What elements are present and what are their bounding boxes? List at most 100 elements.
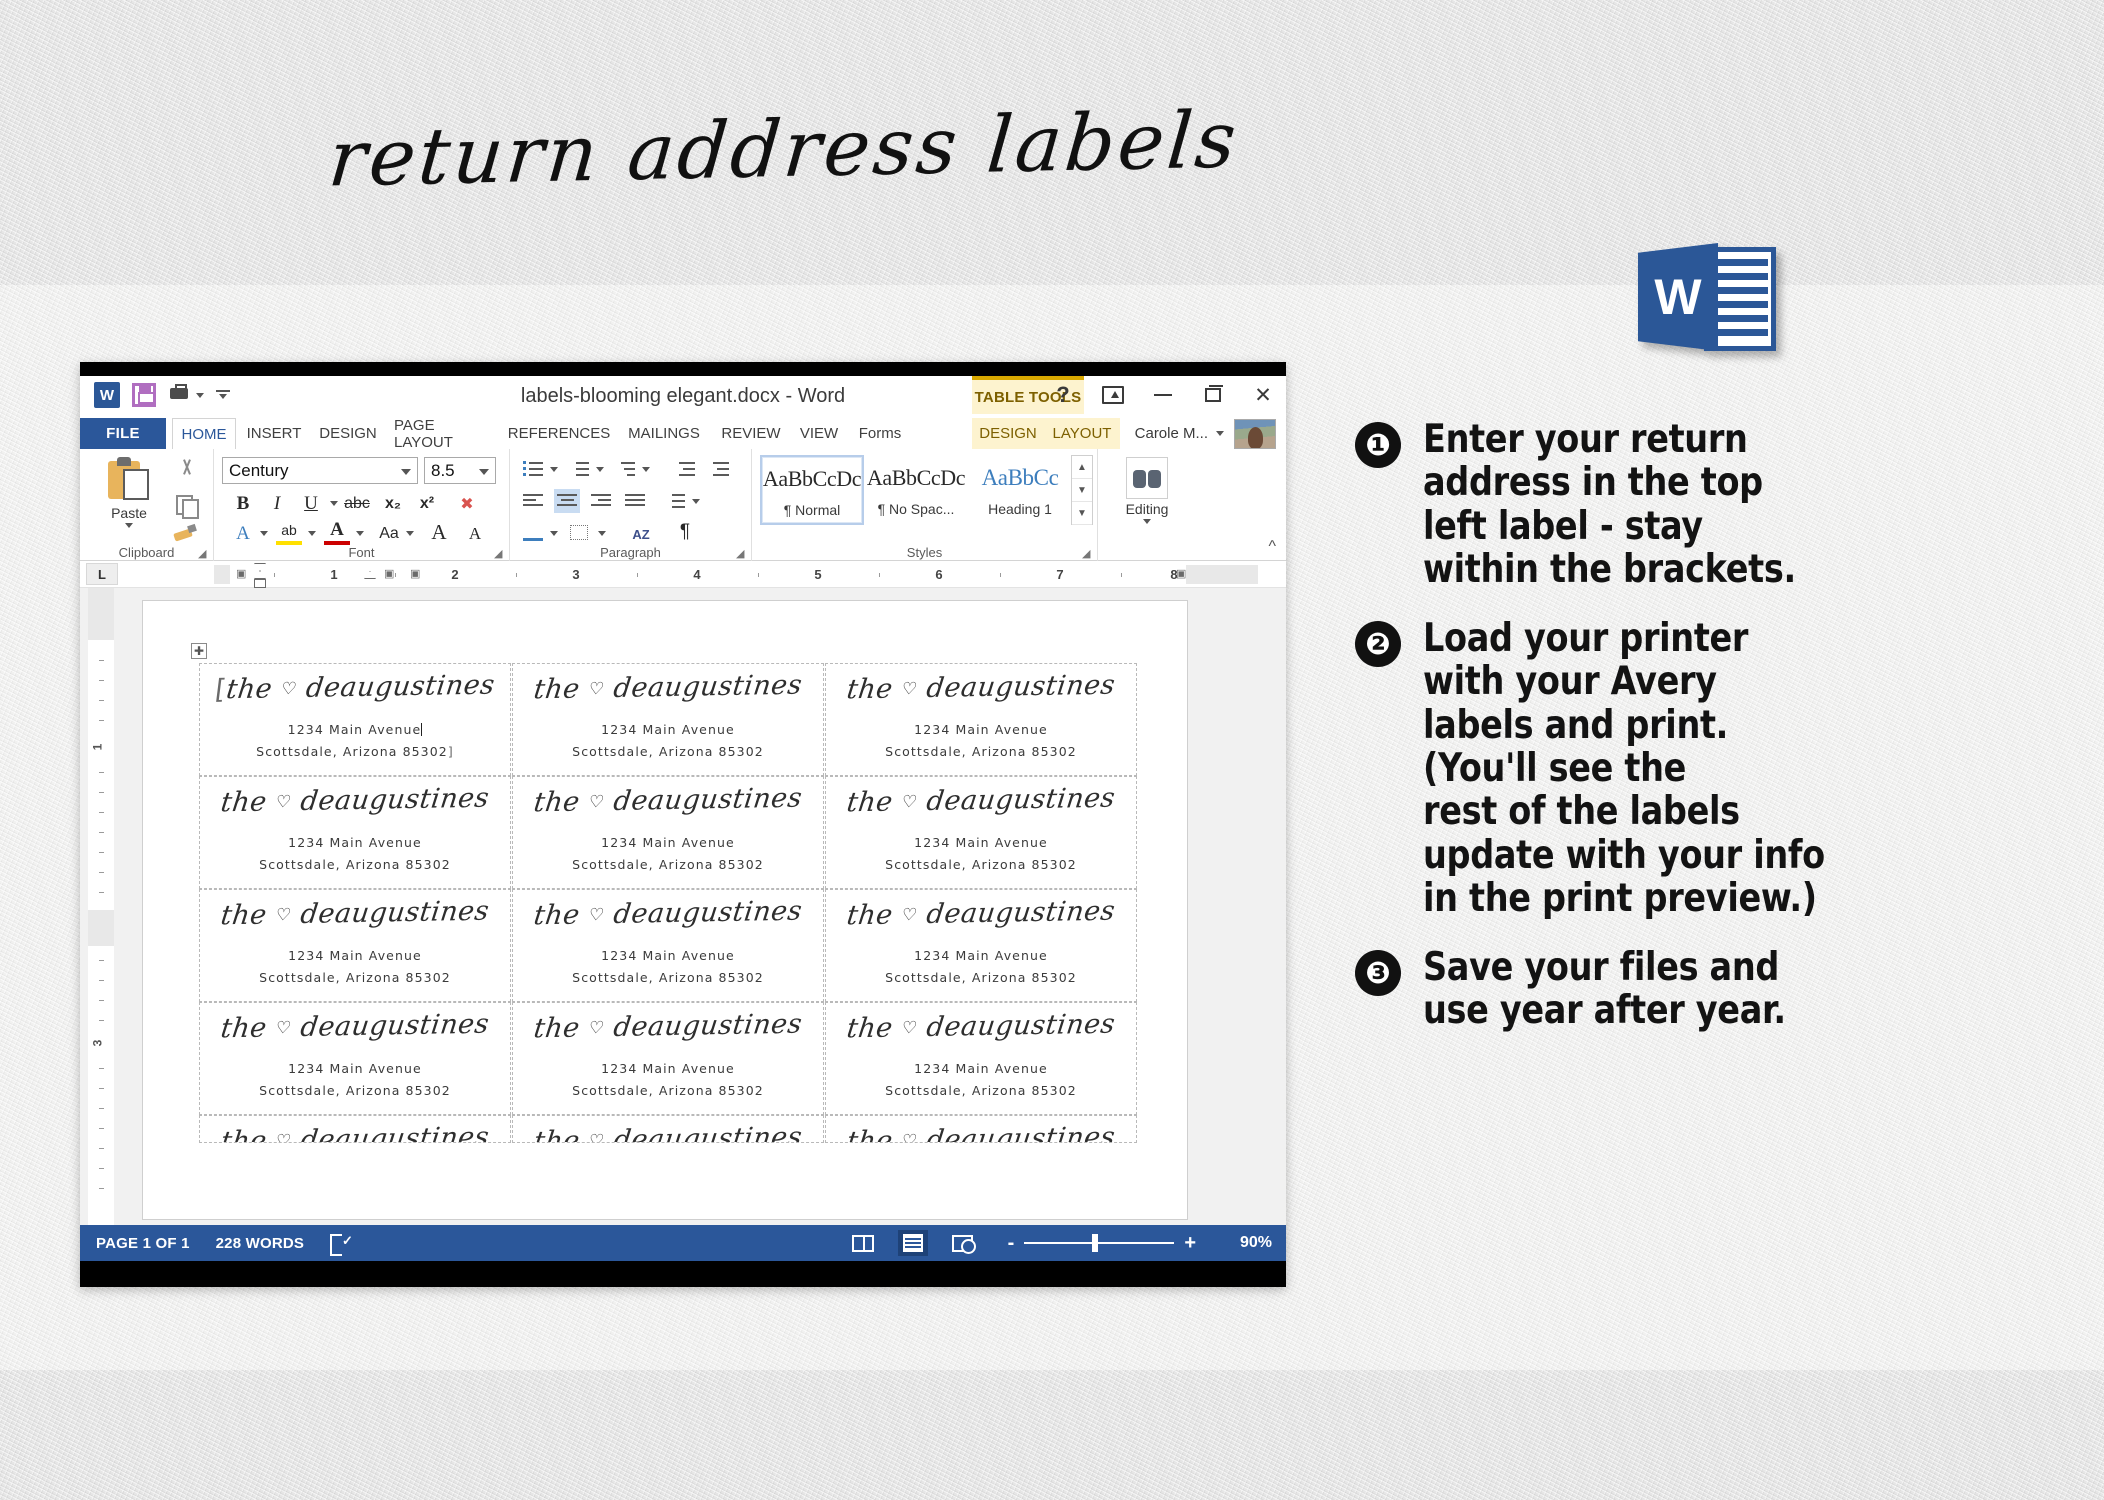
line-spacing-button[interactable] <box>662 489 688 513</box>
font-color-dropdown-icon[interactable] <box>356 531 364 536</box>
tab-view[interactable]: VIEW <box>792 418 846 449</box>
numbering-dropdown-icon[interactable] <box>596 467 604 472</box>
print-layout-view-button[interactable] <box>897 1230 928 1256</box>
borders-dropdown-icon[interactable] <box>598 531 606 536</box>
style-heading-1[interactable]: AaBbCc Heading 1 <box>968 455 1072 525</box>
label-cell[interactable]: the ♡ deaugustines <box>512 1115 824 1143</box>
shrink-font-button[interactable]: A <box>462 521 488 547</box>
strikethrough-button[interactable]: abc <box>344 491 370 517</box>
document-area[interactable]: 1 3 ✚ [the ♡ deaugustines 1234 Main Aven… <box>80 588 1286 1228</box>
label-cell[interactable]: the ♡ deaugustines <box>199 1115 511 1143</box>
label-cell[interactable]: the ♡ deaugustines 1234 Main Avenue Scot… <box>199 889 511 1002</box>
minimize-icon[interactable] <box>1148 380 1178 410</box>
change-case-dropdown-icon[interactable] <box>406 531 414 536</box>
horizontal-ruler[interactable]: 1 2 3 4 5 6 7 8 ▣ ▣ ▣ ▣ <box>214 563 1258 588</box>
document-page[interactable]: ✚ [the ♡ deaugustines 1234 Main Avenue S… <box>142 600 1188 1220</box>
text-effects-dropdown-icon[interactable] <box>260 531 268 536</box>
change-case-button[interactable]: Aa <box>372 521 406 547</box>
align-right-button[interactable] <box>588 489 614 513</box>
font-name-input[interactable]: Century <box>222 457 418 484</box>
shading-button[interactable] <box>520 521 546 545</box>
restore-icon[interactable] <box>1198 380 1228 410</box>
tab-home[interactable]: HOME <box>172 418 236 449</box>
styles-scroll-down-icon[interactable]: ▼ <box>1072 479 1092 502</box>
label-cell[interactable]: [the ♡ deaugustines 1234 Main Avenue Sco… <box>199 663 511 776</box>
ruler-tab-marker-left[interactable]: ▣ <box>236 567 246 580</box>
tab-review[interactable]: REVIEW <box>714 418 788 449</box>
tab-file[interactable]: FILE <box>80 418 166 449</box>
tab-table-layout[interactable]: LAYOUT <box>1044 418 1120 449</box>
editing-button[interactable]: Editing <box>1120 457 1174 524</box>
zoom-in-button[interactable]: + <box>1174 1232 1206 1255</box>
increase-indent-button[interactable] <box>706 457 732 481</box>
table-move-handle[interactable]: ✚ <box>191 643 207 659</box>
sort-button[interactable]: AZ <box>628 521 654 547</box>
bullets-button[interactable] <box>520 457 546 481</box>
copy-icon[interactable] <box>176 493 199 519</box>
tab-insert[interactable]: INSERT <box>240 418 308 449</box>
superscript-button[interactable]: x² <box>414 491 440 517</box>
tab-stop-selector[interactable]: L <box>86 563 118 585</box>
styles-more-icon[interactable]: ▼ <box>1072 502 1092 525</box>
highlight-dropdown-icon[interactable] <box>308 531 316 536</box>
tab-forms[interactable]: Forms <box>850 418 910 449</box>
styles-scroll-up-icon[interactable]: ▲ <box>1072 456 1092 479</box>
zoom-track[interactable] <box>1024 1234 1175 1252</box>
borders-button[interactable] <box>566 521 592 545</box>
zoom-out-button[interactable]: - <box>998 1232 1025 1255</box>
page-indicator[interactable]: PAGE 1 OF 1 <box>96 1235 190 1252</box>
help-icon[interactable] <box>1048 380 1078 410</box>
label-cell[interactable]: the ♡ deaugustines 1234 Main Avenue Scot… <box>825 889 1137 1002</box>
left-indent-marker[interactable] <box>254 579 266 588</box>
paste-dropdown-icon[interactable] <box>125 523 133 528</box>
collapse-ribbon-icon[interactable]: ^ <box>1268 538 1276 556</box>
zoom-level[interactable]: 90% <box>1226 1234 1272 1252</box>
styles-dialog-launcher[interactable]: ◢ <box>1082 547 1093 560</box>
vertical-ruler[interactable]: 1 3 <box>88 588 114 1228</box>
show-marks-button[interactable]: ¶ <box>672 519 698 545</box>
tab-design[interactable]: DESIGN <box>312 418 384 449</box>
shading-dropdown-icon[interactable] <box>550 531 558 536</box>
format-painter-icon[interactable] <box>174 523 196 545</box>
label-cell[interactable]: the ♡ deaugustines <box>825 1115 1137 1143</box>
font-size-dropdown-icon[interactable] <box>479 469 489 475</box>
label-cell[interactable]: the ♡ deaugustines 1234 Main Avenue Scot… <box>512 889 824 1002</box>
tab-page-layout[interactable]: PAGE LAYOUT <box>388 417 500 451</box>
tab-table-design[interactable]: DESIGN <box>972 418 1044 449</box>
paste-button[interactable]: Paste <box>98 457 160 528</box>
italic-button[interactable]: I <box>264 491 290 517</box>
text-effects-button[interactable]: A <box>230 521 256 547</box>
label-cell[interactable]: the ♡ deaugustines 1234 Main Avenue Scot… <box>512 776 824 889</box>
label-cell[interactable]: the ♡ deaugustines 1234 Main Avenue Scot… <box>512 663 824 776</box>
read-mode-view-button[interactable] <box>848 1230 878 1256</box>
label-cell[interactable]: the ♡ deaugustines 1234 Main Avenue Scot… <box>199 776 511 889</box>
web-layout-view-button[interactable] <box>948 1230 978 1256</box>
user-account[interactable]: Carole M... <box>1135 418 1224 449</box>
label-cell[interactable]: the ♡ deaugustines 1234 Main Avenue Scot… <box>199 1002 511 1115</box>
zoom-knob[interactable] <box>1092 1234 1099 1252</box>
cut-icon[interactable] <box>176 459 198 481</box>
clear-formatting-icon[interactable]: ✖ <box>454 491 480 517</box>
label-cell[interactable]: the ♡ deaugustines 1234 Main Avenue Scot… <box>825 663 1137 776</box>
multilevel-dropdown-icon[interactable] <box>642 467 650 472</box>
line-spacing-dropdown-icon[interactable] <box>692 499 700 504</box>
editing-dropdown-icon[interactable] <box>1143 519 1151 524</box>
hanging-indent-marker[interactable] <box>254 571 266 579</box>
highlight-color-button[interactable]: ab <box>276 519 302 545</box>
first-line-indent-marker[interactable] <box>254 563 266 571</box>
ruler-tab-marker-right[interactable]: ▣ <box>410 567 420 580</box>
justify-button[interactable] <box>622 489 648 513</box>
zoom-slider[interactable]: - + <box>998 1232 1206 1255</box>
ruler-tab-marker-center[interactable]: ▣ <box>384 567 394 580</box>
bullets-dropdown-icon[interactable] <box>550 467 558 472</box>
underline-button[interactable]: U <box>298 491 324 517</box>
center-button[interactable] <box>554 489 580 513</box>
style-no-spacing[interactable]: AaBbCcDc ¶ No Spac... <box>864 455 968 525</box>
font-dialog-launcher[interactable]: ◢ <box>494 547 505 560</box>
bold-button[interactable]: B <box>230 491 256 517</box>
proofing-errors-icon[interactable] <box>330 1233 353 1256</box>
font-color-button[interactable]: A <box>324 519 350 545</box>
subscript-button[interactable]: x₂ <box>380 491 406 517</box>
style-normal[interactable]: AaBbCcDc ¶ Normal <box>760 455 864 525</box>
font-name-dropdown-icon[interactable] <box>401 469 411 475</box>
